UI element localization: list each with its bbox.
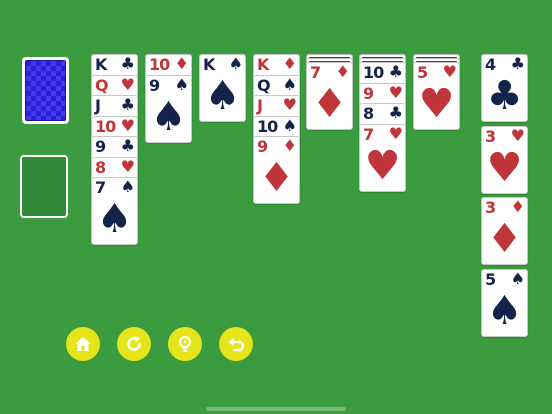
tableau-card[interactable]: 5 ♥ ♥ — [413, 62, 460, 130]
card-suit-small: ♠ — [228, 54, 243, 73]
card-suit-small: ♦ — [335, 62, 350, 81]
card-rank: K — [257, 55, 269, 74]
card-suit-small: ♥ — [442, 62, 457, 81]
card-suit-large: ♠ — [486, 288, 523, 334]
card-suit-small: ♠ — [282, 74, 297, 94]
foundation-card[interactable]: 3 ♥ ♥ — [481, 126, 528, 194]
card-suit-large: ♠ — [150, 93, 187, 140]
tableau-card[interactable]: 7 ♦ ♦ — [306, 62, 353, 130]
refresh-icon — [127, 336, 141, 351]
card-suit-small: ♣ — [120, 136, 135, 155]
card-suit-small: ♠ — [174, 74, 189, 94]
tableau-card[interactable]: 9 ♠ ♠ — [145, 74, 192, 143]
tableau-card[interactable]: 7 ♠ ♠ — [91, 177, 138, 245]
card-suit-small: ♥ — [388, 82, 403, 102]
card-rank: 4 — [485, 55, 496, 74]
card-suit-small: ♦ — [510, 197, 525, 216]
card-suit-small: ♥ — [120, 156, 135, 176]
card-suit-small: ♥ — [120, 74, 135, 94]
card-rank: 10 — [149, 55, 170, 74]
foundation-card[interactable]: 5 ♠ ♠ — [481, 269, 528, 337]
card-rank: 9 — [363, 83, 374, 103]
card-rank: 7 — [363, 124, 374, 144]
card-rank: 5 — [417, 63, 428, 82]
card-suit-large: ♠ — [204, 73, 241, 119]
card-suit-small: ♦ — [282, 136, 297, 155]
card-suit-small: ♥ — [120, 115, 135, 135]
card-rank: K — [95, 55, 107, 74]
tableau-card[interactable]: 9 ♦ ♦ — [253, 136, 300, 204]
card-suit-small: ♣ — [120, 54, 135, 73]
card-suit-small: ♦ — [282, 54, 297, 73]
undo-icon — [228, 337, 245, 352]
card-suit-large: ♥ — [486, 145, 523, 191]
card-rank: 3 — [485, 198, 496, 217]
card-suit-large: ♥ — [418, 81, 455, 127]
card-rank: J — [95, 96, 101, 115]
restart-button[interactable] — [117, 327, 151, 361]
card-rank: 10 — [257, 116, 278, 136]
card-suit-small: ♥ — [510, 126, 525, 145]
card-rank: 9 — [95, 137, 106, 156]
card-rank: 9 — [257, 137, 268, 156]
card-rank: K — [203, 55, 215, 74]
stock-pile[interactable] — [22, 57, 69, 124]
waste-slot[interactable] — [20, 155, 68, 218]
lightbulb-icon — [179, 336, 191, 352]
card-suit-small: ♦ — [174, 54, 189, 73]
home-icon — [75, 337, 91, 351]
card-suit-large: ♦ — [311, 81, 348, 127]
card-rank: Q — [95, 75, 109, 95]
card-suit-small: ♠ — [120, 177, 135, 196]
card-suit-small: ♠ — [510, 269, 525, 288]
card-rank: 9 — [149, 75, 160, 95]
card-suit-small: ♥ — [282, 95, 297, 114]
foundation-card[interactable]: 3 ♦ ♦ — [481, 197, 528, 265]
card-rank: 3 — [485, 127, 496, 146]
foundation-card[interactable]: 4 ♣ ♣ — [481, 54, 528, 122]
hint-button[interactable] — [168, 327, 202, 361]
card-suit-small: ♠ — [282, 115, 297, 135]
card-suit-small: ♥ — [388, 123, 403, 143]
card-suit-large: ♦ — [486, 216, 523, 262]
card-rank: 5 — [485, 270, 496, 289]
card-rank: 10 — [95, 116, 116, 136]
card-rank: 8 — [363, 104, 374, 123]
home-button[interactable] — [66, 327, 100, 361]
card-rank: 10 — [363, 63, 384, 82]
card-rank: 7 — [310, 63, 321, 82]
card-rank: 7 — [95, 178, 106, 197]
tableau-card[interactable]: 7 ♥ ♥ — [359, 123, 406, 192]
card-suit-large: ♥ — [364, 142, 401, 189]
card-rank: Q — [257, 75, 271, 95]
card-suit-small: ♣ — [388, 62, 403, 81]
undo-button[interactable] — [219, 327, 253, 361]
card-suit-large: ♦ — [258, 155, 295, 201]
card-suit-large: ♣ — [486, 73, 523, 119]
card-suit-small: ♣ — [510, 54, 525, 73]
card-suit-small: ♣ — [388, 103, 403, 122]
card-rank: J — [257, 96, 263, 115]
card-rank: 8 — [95, 157, 106, 177]
tableau-card[interactable]: K ♠ ♠ — [199, 54, 246, 122]
card-suit-large: ♠ — [96, 196, 133, 242]
card-back — [25, 60, 66, 121]
card-suit-small: ♣ — [120, 95, 135, 114]
home-indicator — [206, 407, 346, 411]
